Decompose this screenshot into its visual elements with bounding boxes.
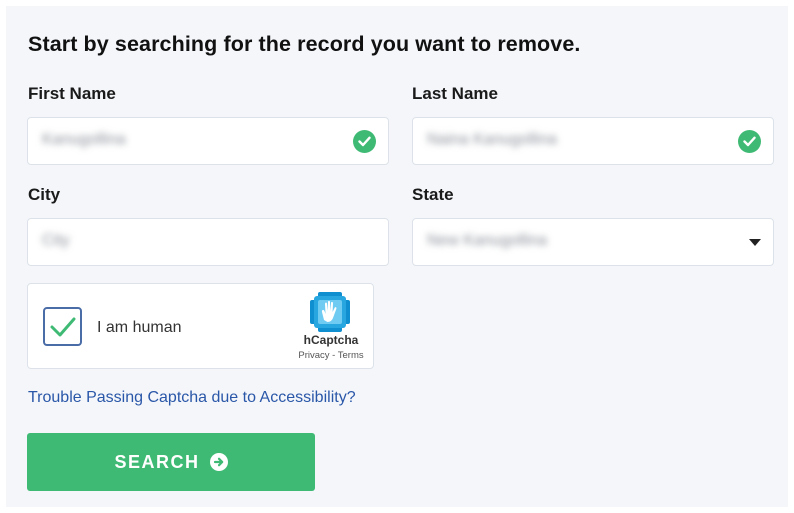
- first-name-label: First Name: [28, 84, 116, 103]
- captcha-label: I am human: [97, 319, 182, 336]
- valid-check-icon: [738, 130, 761, 153]
- hcaptcha-widget: I am human hCaptcha Privacy - Terms: [27, 283, 374, 369]
- first-name-value: Kanugollina: [42, 131, 126, 148]
- state-value: New Kanugollina: [427, 232, 548, 249]
- last-name-field[interactable]: Naina Kanugollina: [412, 117, 774, 165]
- state-label: State: [412, 185, 454, 204]
- valid-check-icon: [353, 130, 376, 153]
- search-button[interactable]: SEARCH: [27, 433, 315, 491]
- search-button-label: SEARCH: [114, 451, 200, 472]
- captcha-checkbox[interactable]: [43, 307, 82, 346]
- city-label: City: [28, 185, 61, 204]
- last-name-value: Naina Kanugollina: [427, 131, 557, 148]
- state-select[interactable]: New Kanugollina: [412, 218, 774, 266]
- dropdown-caret-icon: [749, 239, 761, 246]
- first-name-field[interactable]: Kanugollina: [27, 117, 389, 165]
- form-heading: Start by searching for the record you wa…: [28, 32, 581, 56]
- hcaptcha-brand: hCaptcha: [303, 333, 359, 347]
- last-name-label: Last Name: [412, 84, 498, 103]
- arrow-circle-right-icon: [209, 453, 228, 471]
- hcaptcha-logo-icon: [310, 292, 350, 332]
- checkmark-icon: [50, 317, 75, 336]
- city-field[interactable]: City: [27, 218, 389, 266]
- accessibility-help-link[interactable]: Trouble Passing Captcha due to Accessibi…: [28, 389, 356, 407]
- city-value: City: [42, 232, 70, 249]
- hcaptcha-privacy-terms[interactable]: Privacy - Terms: [294, 350, 368, 361]
